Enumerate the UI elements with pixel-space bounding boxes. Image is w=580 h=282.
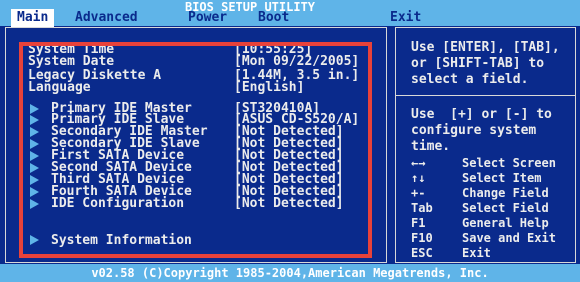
help-line: time. (411, 139, 451, 154)
key-cap: Tab (411, 201, 433, 215)
help-line: configure system (411, 123, 537, 138)
tab-advanced[interactable]: Advanced (75, 11, 138, 24)
key-select-screen-icon: ←→ (411, 156, 426, 170)
key-desc: General Help (462, 216, 549, 230)
help-line: Use [ENTER], [TAB], (411, 40, 560, 55)
key-desc: Select Screen (462, 156, 556, 170)
key-desc: Select Item (462, 171, 542, 185)
footer-bar: v02.58 (C)Copyright 1985-2004,American M… (0, 264, 580, 282)
tab-power[interactable]: Power (188, 11, 227, 24)
key-cap: F1 (411, 216, 426, 230)
help-divider (396, 95, 575, 96)
highlight-frame (19, 42, 372, 258)
tab-exit[interactable]: Exit (390, 11, 421, 24)
key-desc: Exit (462, 246, 491, 260)
menu-bar: BIOS SETUP UTILITY Main Advanced Power B… (0, 0, 580, 27)
tab-main[interactable]: Main (11, 9, 55, 27)
help-line: select a field. (411, 72, 529, 87)
tab-boot[interactable]: Boot (258, 11, 289, 24)
key-cap: ESC (411, 246, 433, 260)
key-desc: Save and Exit (462, 231, 556, 245)
key-select-item-icon: ↑↓ (411, 171, 426, 185)
key-cap: +- (411, 186, 426, 200)
help-line: Use [+] or [-] to (411, 107, 552, 122)
help-line: or [SHIFT-TAB] to (411, 56, 545, 71)
key-cap: F10 (411, 231, 433, 245)
key-desc: Select Field (462, 201, 549, 215)
key-desc: Change Field (462, 186, 549, 200)
copyright-text: v02.58 (C)Copyright 1985-2004,American M… (91, 266, 489, 280)
